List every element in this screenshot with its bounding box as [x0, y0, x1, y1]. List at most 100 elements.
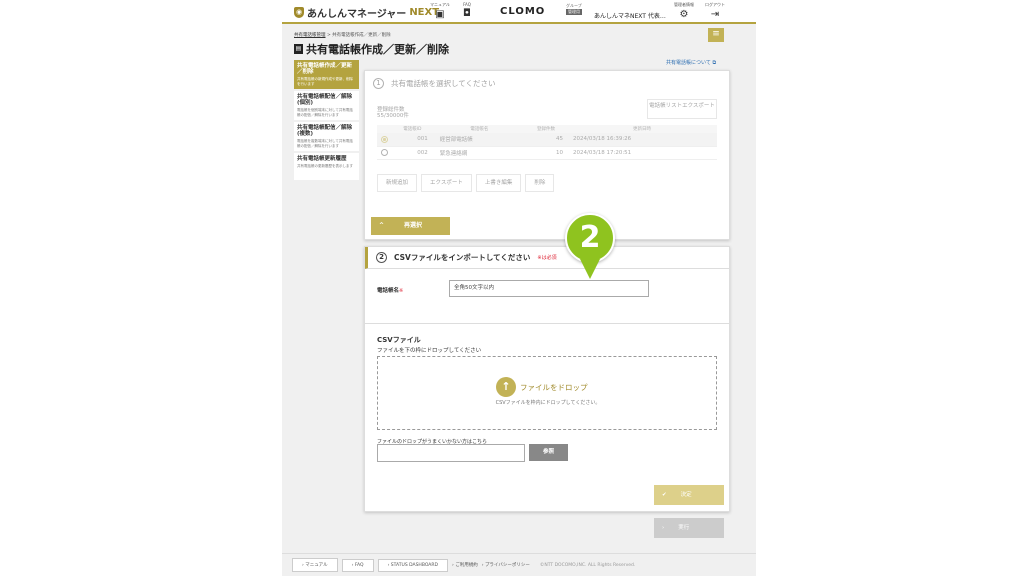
- add-button[interactable]: 新規追加: [377, 174, 418, 192]
- page-title-text: 共有電話帳作成／更新／削除: [306, 43, 449, 56]
- admin-label: 管理者情報: [674, 2, 694, 7]
- user-gear-icon: ⚙: [679, 9, 689, 20]
- col-updated: 更新日時: [567, 125, 717, 133]
- admin-info-link[interactable]: 管理者情報 ⚙: [672, 2, 696, 21]
- export-list-button[interactable]: 電話帳リストエクスポート: [647, 99, 717, 119]
- menu-button[interactable]: ≡: [708, 28, 724, 42]
- phonebook-table: 電話帳ID 電話帳名 登録件数 更新日時 001 経営部電話帳 45 2024/03/18 …: [377, 125, 717, 160]
- phonebook-icon: ▤: [294, 44, 303, 54]
- step-number: 1: [373, 78, 384, 89]
- execute-button[interactable]: › 実行: [654, 518, 724, 538]
- csv-import-panel: 2 CSVファイルをインポートしてください ※は必須 電話帳名※ 全角50文字以内 …: [364, 246, 730, 512]
- col-count: 登録件数: [524, 125, 568, 133]
- table-row[interactable]: 002 緊急連絡網 10 2024/03/18 17:20:51: [377, 146, 717, 160]
- check-icon: ✔: [662, 492, 667, 498]
- faq-label: FAQ: [463, 2, 471, 7]
- copyright: ©NTT DOCOMO,INC. ALL Rights Reserved.: [539, 562, 636, 568]
- breadcrumb-parent[interactable]: 共有電話帳管理: [294, 33, 326, 38]
- footer-privacy-label: プライバシーポリシー: [484, 563, 530, 568]
- cell-id: 001: [391, 133, 434, 147]
- col-select: [377, 125, 391, 133]
- app-name: あんしんマネージャー: [307, 9, 407, 20]
- sidebar-item-create[interactable]: 共有電話帳作成／更新／削除 共有電話帳の新規作成や更新、削除を行います: [294, 60, 359, 89]
- app-logo[interactable]: ◉ あんしんマネージャー NEXT: [294, 5, 439, 20]
- group-name[interactable]: あんしんマネNEXT 代表…: [594, 11, 666, 20]
- required-note: ※は必須: [537, 255, 557, 261]
- header: ◉ あんしんマネージャー NEXT マニュアル ▣ FAQ ◘ CLOMO グループ管…: [282, 0, 756, 24]
- sidebar-item-desc: 電話帳を個別端末に対して共有電話帳の配信／解除を行います: [297, 108, 353, 117]
- manual-label: マニュアル: [430, 2, 450, 7]
- step-heading: 2 CSVファイルをインポートしてください ※は必須: [376, 252, 557, 263]
- footer-faq-label: FAQ: [354, 562, 364, 568]
- sidebar-item-desc: 共有電話帳の新規作成や更新、削除を行います: [297, 77, 353, 86]
- phonebook-name-input[interactable]: 全角50文字以内: [449, 280, 649, 297]
- logout-link[interactable]: ログアウト ⇥: [703, 2, 727, 21]
- sidebar-item-title: 共有電話帳配信／解除(個別): [297, 94, 353, 106]
- export-button[interactable]: エクスポート: [421, 174, 472, 192]
- delete-button[interactable]: 削除: [525, 174, 555, 192]
- chat-icon: ◘: [463, 8, 471, 19]
- phonebook-name-label-text: 電話帳名: [377, 288, 400, 294]
- total-count-value: 55/30000件: [377, 113, 409, 119]
- footer-status-link[interactable]: › STATUS DASHBOARD: [377, 558, 448, 572]
- clomo-link[interactable]: CLOMO: [500, 6, 545, 17]
- manual-link[interactable]: マニュアル ▣: [428, 2, 452, 21]
- row-radio[interactable]: [380, 149, 388, 156]
- help-link-text: 共有電話帳について: [666, 60, 711, 66]
- cell-name: 緊急連絡網: [433, 146, 525, 160]
- confirm-button[interactable]: ✔ 決定: [654, 485, 724, 505]
- breadcrumb-current: 共有電話帳作成／更新／削除: [332, 33, 391, 38]
- page-title: ▤ 共有電話帳作成／更新／削除: [294, 41, 449, 57]
- footer: › マニュアル › FAQ › STATUS DASHBOARD › ご利用規約…: [282, 553, 756, 576]
- group-badge: 管理用: [566, 9, 582, 15]
- row-radio[interactable]: [380, 135, 388, 143]
- step-number: 2: [376, 252, 387, 263]
- group-label: グループ: [566, 3, 582, 8]
- csv-title: CSVファイル: [377, 336, 421, 344]
- sidebar-item-history[interactable]: 共有電話帳更新履歴共有電話帳の更新履歴を表示します: [294, 153, 359, 180]
- callout-pointer: [580, 259, 600, 279]
- table-row[interactable]: 001 経営部電話帳 45 2024/03/18 16:39:26: [377, 133, 717, 147]
- csv-import-heading: 2 CSVファイルをインポートしてください ※は必須: [365, 247, 729, 269]
- sidebar-item-desc: 共有電話帳の更新履歴を表示します: [297, 164, 353, 168]
- reselect-button[interactable]: ^ 再選択: [371, 217, 450, 235]
- chevron-up-icon: ^: [379, 222, 385, 229]
- sidebar-item-distribute-multi[interactable]: 共有電話帳配信／解除(複数) 電話帳を複数端末に対して共有電話帳の配信／解除を行い…: [294, 122, 359, 151]
- help-link[interactable]: 共有電話帳について ⧉: [666, 59, 716, 66]
- footer-terms-link[interactable]: › ご利用規約: [452, 562, 478, 568]
- divider: [365, 323, 729, 324]
- footer-privacy-link[interactable]: › プライバシーポリシー: [482, 562, 530, 568]
- csv-instruction: ファイルを下の枠にドロップしてください: [377, 348, 482, 354]
- col-name: 電話帳名: [433, 125, 525, 133]
- col-id: 電話帳ID: [391, 125, 434, 133]
- cell-count: 45: [524, 133, 568, 147]
- book-icon: ▣: [435, 9, 445, 20]
- required-mark: ※: [399, 288, 404, 294]
- upload-icon: ↑: [496, 377, 516, 397]
- browse-button[interactable]: 参照: [529, 444, 568, 461]
- cell-id: 002: [391, 146, 434, 160]
- overwrite-edit-button[interactable]: 上書き編集: [475, 174, 522, 192]
- select-phonebook-panel: 1 共有電話帳を選択してください 登録総件数 55/30000件 電話帳リストエクス…: [364, 70, 730, 240]
- sidebar-item-title: 共有電話帳配信／解除(複数): [297, 125, 353, 137]
- footer-faq-link[interactable]: › FAQ: [341, 558, 374, 572]
- step-title: 共有電話帳を選択してください: [391, 79, 496, 88]
- file-path-field[interactable]: [377, 444, 525, 462]
- cell-name: 経営部電話帳: [433, 133, 525, 147]
- file-drop-zone[interactable]: ↑ ファイルをドロップ CSVファイルを枠内にドロップしてください。: [377, 356, 717, 430]
- faq-link[interactable]: FAQ ◘: [455, 2, 479, 20]
- step-title: CSVファイルをインポートしてください: [394, 253, 531, 262]
- total-count: 登録総件数 55/30000件: [377, 107, 409, 119]
- sidebar: 共有電話帳作成／更新／削除 共有電話帳の新規作成や更新、削除を行います 共有電話帳…: [294, 60, 359, 182]
- group-info: グループ 管理用: [566, 3, 582, 15]
- step-callout-badge: 2: [565, 213, 615, 263]
- sidebar-item-distribute-single[interactable]: 共有電話帳配信／解除(個別) 電話帳を個別端末に対して共有電話帳の配信／解除を行い…: [294, 91, 359, 120]
- menu-icon: ≡: [712, 29, 720, 39]
- cell-count: 10: [524, 146, 568, 160]
- sidebar-item-title: 共有電話帳更新履歴: [297, 156, 347, 162]
- footer-manual-link[interactable]: › マニュアル: [292, 558, 338, 572]
- table-actions: 新規追加 エクスポート 上書き編集 削除: [377, 174, 555, 192]
- drop-label: ファイルをドロップ: [520, 383, 588, 392]
- footer-status-label: STATUS DASHBOARD: [390, 562, 438, 568]
- logout-label: ログアウト: [705, 2, 725, 7]
